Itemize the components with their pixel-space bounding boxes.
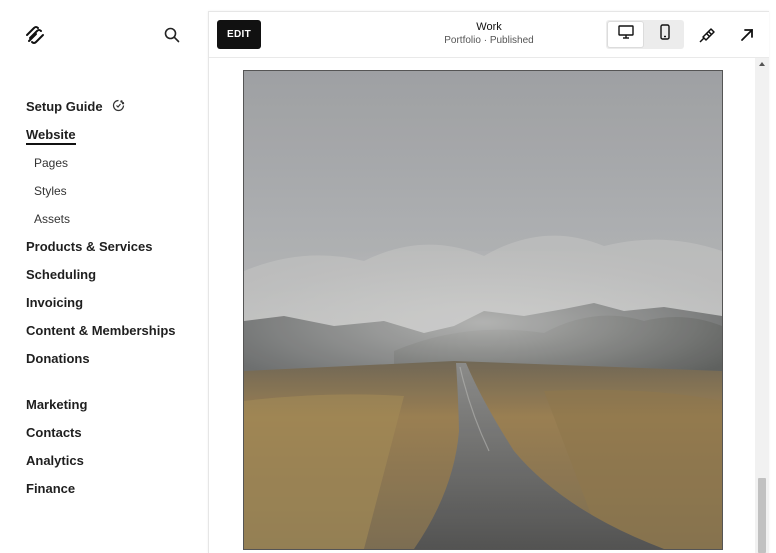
open-external-icon[interactable] [737, 25, 757, 45]
page-status: Portfolio · Published [444, 35, 534, 46]
foggy-mountain-road-photo [243, 70, 723, 550]
search-icon[interactable] [162, 25, 182, 45]
sidebar-divider [26, 376, 201, 394]
sidebar-item-contacts[interactable]: Contacts [26, 422, 201, 450]
sidebar-item-setup-guide[interactable]: Setup Guide [26, 96, 201, 124]
sidebar-item-assets[interactable]: Assets [26, 208, 201, 236]
squarespace-logo-icon[interactable] [24, 24, 46, 46]
sidebar-item-label: Content & Memberships [26, 323, 176, 338]
desktop-icon [617, 25, 634, 44]
sidebar-item-invoicing[interactable]: Invoicing [26, 292, 201, 320]
sidebar-item-donations[interactable]: Donations [26, 348, 201, 376]
sidebar-item-label: Products & Services [26, 239, 153, 254]
mobile-icon [659, 24, 670, 45]
sidebar-item-content-memberships[interactable]: Content & Memberships [26, 320, 201, 348]
sidebar-item-label: Contacts [26, 425, 82, 440]
desktop-view-button[interactable] [608, 22, 643, 47]
sidebar-item-label: Pages [34, 156, 69, 170]
sidebar-item-styles[interactable]: Styles [26, 180, 201, 208]
sidebar-item-label: Invoicing [26, 295, 84, 310]
sidebar-nav: Setup Guide Website Pages Styles Assets … [26, 96, 201, 506]
sidebar-item-label: Setup Guide [26, 99, 103, 114]
edit-button[interactable]: EDIT [217, 20, 261, 49]
sidebar-item-finance[interactable]: Finance [26, 478, 201, 506]
sidebar-item-label: Analytics [26, 453, 84, 468]
progress-ring-icon [112, 97, 125, 119]
sidebar-item-products-services[interactable]: Products & Services [26, 236, 201, 264]
scrollbar-thumb[interactable] [758, 478, 766, 553]
sidebar-item-label: Finance [26, 481, 76, 496]
sidebar-item-label: Styles [34, 184, 67, 198]
sidebar-item-scheduling[interactable]: Scheduling [26, 264, 201, 292]
sidebar-item-label: Donations [26, 351, 90, 366]
sidebar-item-label: Website [26, 127, 76, 145]
device-toggle [606, 20, 684, 49]
sidebar-item-pages[interactable]: Pages [26, 152, 201, 180]
preview-scrollbar[interactable] [755, 58, 769, 553]
sidebar-item-label: Scheduling [26, 267, 97, 282]
sidebar-item-analytics[interactable]: Analytics [26, 450, 201, 478]
page-title: Work [476, 21, 502, 33]
sidebar: Setup Guide Website Pages Styles Assets … [0, 0, 208, 552]
mobile-view-button[interactable] [647, 22, 682, 47]
sidebar-item-label: Marketing [26, 397, 88, 412]
page-preview[interactable] [209, 58, 755, 553]
design-brush-icon[interactable] [697, 25, 717, 45]
site-preview-panel: EDIT Work Portfolio · Published [208, 11, 769, 553]
preview-toolbar: EDIT Work Portfolio · Published [209, 12, 769, 58]
sidebar-item-website[interactable]: Website [26, 124, 201, 152]
sidebar-item-marketing[interactable]: Marketing [26, 394, 201, 422]
scroll-up-arrow-icon[interactable] [759, 62, 765, 66]
sidebar-item-label: Assets [34, 212, 71, 226]
